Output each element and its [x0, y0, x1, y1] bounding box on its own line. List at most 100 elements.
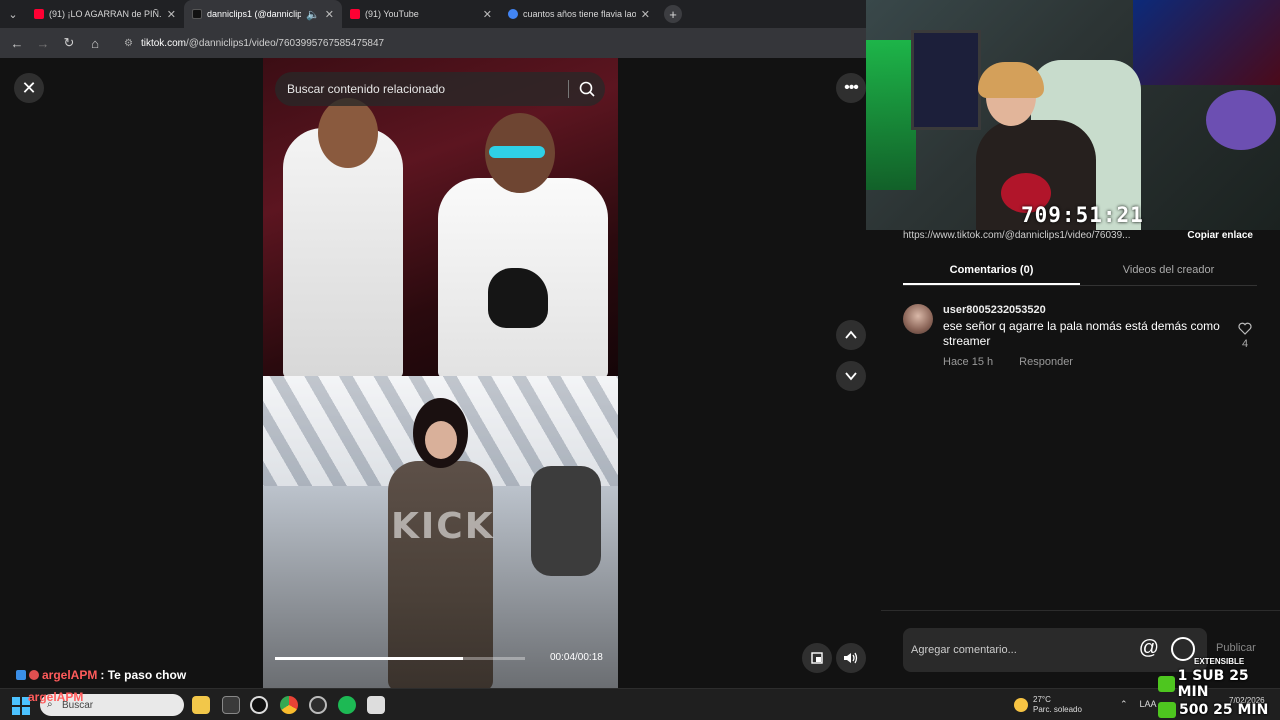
notepad-icon[interactable] [367, 696, 385, 714]
subathon-goals: 1 SUB 25 MIN 500 25 MIN [1158, 668, 1276, 720]
green-lights [866, 40, 916, 190]
comment-input[interactable]: Agregar comentario... @ [903, 628, 1207, 672]
extension-label: EXTENSIBLE [1194, 657, 1245, 666]
kick-green-icon [1158, 702, 1176, 718]
goal-kicks: 500 25 MIN [1158, 702, 1276, 718]
speaker-icon[interactable]: 🔈 [306, 8, 320, 21]
tab-title: (91) ¡LO AGARRAN de PIÑ... [49, 9, 162, 19]
google-icon [508, 9, 518, 19]
gengar-plush [1206, 90, 1276, 150]
language-indicator[interactable]: LAA [1140, 699, 1157, 710]
tab-search-chevron-icon[interactable]: ⌄ [0, 0, 26, 28]
mention-icon[interactable]: @ [1139, 637, 1159, 660]
goal-sub: 1 SUB 25 MIN [1158, 668, 1276, 700]
video-player[interactable]: KICK Buscar contenido relacionado 00:04/… [263, 58, 618, 688]
obs-icon[interactable] [309, 696, 327, 714]
volume-button[interactable] [836, 643, 866, 673]
xbox-icon[interactable] [250, 696, 268, 714]
copy-link-button[interactable]: Copiar enlace [1187, 230, 1253, 241]
spotify-icon[interactable] [338, 696, 356, 714]
tab-comments[interactable]: Comentarios (0) [903, 258, 1080, 285]
video-progress-bar[interactable] [275, 657, 525, 660]
browser-tab-3[interactable]: (91) YouTube ✕ [342, 0, 500, 28]
close-tab-icon[interactable]: ✕ [325, 8, 334, 21]
previous-video-button[interactable] [836, 320, 866, 350]
floating-player-button[interactable] [802, 643, 832, 673]
chevron-up-icon [845, 330, 857, 339]
home-icon[interactable]: ⌂ [84, 32, 106, 54]
video-time: 00:04/00:18 [550, 652, 603, 663]
heart-icon[interactable] [1238, 322, 1252, 335]
system-tray[interactable]: ⌃ LAA [1120, 699, 1157, 710]
more-options-button[interactable]: ••• [836, 73, 866, 103]
close-tab-icon[interactable]: ✕ [483, 8, 492, 21]
windows-taskbar: ⌕ Buscar 27°C Parc. soleado ⌃ LAA 7/02/2… [0, 688, 1280, 720]
reply-button[interactable]: Responder [1019, 356, 1073, 368]
chrome-icon[interactable] [280, 696, 298, 714]
weather-widget[interactable]: 27°C Parc. soleado [1014, 695, 1082, 715]
url-host: tiktok.com [140, 37, 186, 49]
subathon-timer: 709:51:21 [1021, 203, 1144, 227]
streamer-webcam [866, 0, 1280, 230]
chevron-up-icon[interactable]: ⌃ [1120, 699, 1128, 710]
goal-text: 1 SUB 25 MIN [1177, 668, 1249, 700]
kick-watermark: KICK [391, 506, 495, 547]
chat-text: : Te paso chow [100, 668, 187, 682]
next-video-button[interactable] [836, 361, 866, 391]
related-search-input[interactable]: Buscar contenido relacionado [275, 72, 605, 106]
chat-message: argelAPM [28, 690, 83, 704]
youtube-icon [34, 9, 44, 19]
goal-text: 500 25 MIN [1179, 702, 1269, 718]
volume-icon [844, 652, 858, 664]
address-bar: ← → ↻ ⌂ ⚙ tiktok.com /@danniclips1/video… [0, 28, 866, 58]
emoji-icon[interactable] [1171, 637, 1195, 661]
weather-desc: Parc. soleado [1033, 705, 1082, 714]
share-link[interactable]: https://www.tiktok.com/@danniclips1/vide… [903, 230, 1131, 241]
comment-time: Hace 15 h [943, 356, 994, 368]
url-path: /@danniclips1/video/7603995767585475847 [185, 37, 385, 49]
url-field[interactable]: ⚙ tiktok.com /@danniclips1/video/7603995… [114, 32, 860, 54]
progress-fill [275, 657, 463, 660]
singer-face [425, 421, 457, 459]
video-frame-bottom: KICK [263, 376, 618, 688]
publish-button[interactable]: Publicar [1216, 642, 1256, 654]
tab-title: (91) YouTube [365, 9, 419, 19]
weather-temp: 27°C [1033, 695, 1051, 704]
daffy-duck-print [488, 268, 548, 328]
wall-poster [911, 30, 981, 130]
badge-icon [29, 670, 39, 680]
comment-text: ese señor q agarre la pala nomás está de… [943, 319, 1220, 348]
app-icon[interactable] [222, 696, 240, 714]
new-tab-button[interactable]: + [664, 5, 682, 23]
browser-tab-4[interactable]: cuantos años tiene flavia laos - ... ✕ [500, 0, 658, 28]
tab-creator-videos[interactable]: Videos del creador [1080, 258, 1257, 285]
panel-tabs: Comentarios (0) Videos del creador [903, 258, 1257, 286]
browser-tab-2[interactable]: danniclips1 (@danniclips1) | ... 🔈 ✕ [184, 0, 342, 28]
singer-dress [388, 461, 493, 688]
back-icon[interactable]: ← [6, 32, 28, 54]
comment-placeholder: Agregar comentario... [911, 644, 1017, 656]
chat-message: argelAPM : Te paso chow [16, 668, 186, 682]
search-icon[interactable] [577, 79, 597, 99]
reload-icon[interactable]: ↻ [58, 32, 80, 54]
chat-username: argelAPM [42, 668, 98, 682]
site-info-icon[interactable]: ⚙ [124, 38, 133, 49]
comment-username[interactable]: user8005232053520 [943, 304, 1046, 316]
file-explorer-icon[interactable] [192, 696, 210, 714]
browser-tab-strip: ⌄ (91) ¡LO AGARRAN de PIÑ... ✕ danniclip… [0, 0, 866, 28]
search-placeholder: Buscar contenido relacionado [287, 82, 446, 96]
youtube-icon [350, 9, 360, 19]
close-video-button[interactable]: ✕ [14, 73, 44, 103]
comment-meta: Hace 15 h Responder [943, 356, 1073, 368]
anime-poster [1133, 0, 1280, 85]
avatar[interactable] [903, 304, 933, 334]
search-divider [568, 80, 569, 98]
comment-like[interactable]: 4 [1237, 322, 1253, 350]
tiktok-icon [192, 9, 202, 19]
like-count: 4 [1241, 338, 1249, 350]
close-tab-icon[interactable]: ✕ [167, 8, 176, 21]
forward-icon[interactable]: → [32, 32, 54, 54]
close-tab-icon[interactable]: ✕ [641, 8, 650, 21]
tab-title: cuantos años tiene flavia laos - ... [523, 9, 636, 19]
browser-tab-1[interactable]: (91) ¡LO AGARRAN de PIÑ... ✕ [26, 0, 184, 28]
